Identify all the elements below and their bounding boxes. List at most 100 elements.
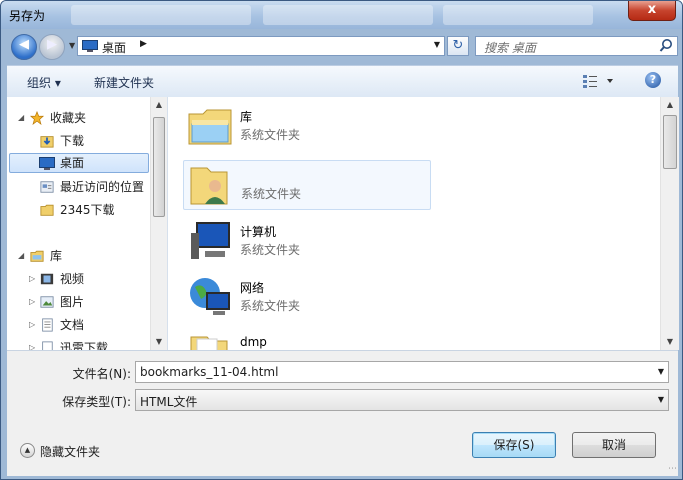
list-item[interactable]: 库 系统文件夹 (183, 102, 431, 152)
filename-input[interactable]: bookmarks_11-04.html ▼ (135, 361, 669, 383)
chevron-down-icon[interactable]: ▼ (658, 395, 664, 404)
recent-pages-dropdown[interactable]: ▼ (69, 41, 75, 50)
background-window-blur (263, 5, 433, 25)
nav-item-favorites[interactable]: ◢ 收藏夹 (7, 108, 152, 128)
computer-icon (191, 222, 230, 259)
library-icon (30, 250, 44, 262)
nav-item-label: 下载 (60, 134, 85, 148)
network-icon (190, 278, 230, 315)
nav-item-videos[interactable]: ▷ 视频 (7, 269, 152, 289)
nav-item-pictures[interactable]: ▷ 图片 (7, 292, 152, 312)
picture-icon (40, 296, 54, 308)
search-placeholder: 搜索 桌面 (484, 41, 536, 55)
file-type: 系统文件夹 (240, 243, 301, 257)
list-item[interactable]: 网络 系统文件夹 (183, 273, 431, 323)
list-item[interactable]: 计算机 系统文件夹 (183, 217, 431, 267)
file-type: 系统文件夹 (240, 128, 301, 142)
collapsed-triangle-icon[interactable]: ▷ (29, 292, 35, 312)
scroll-up-icon[interactable]: ▲ (151, 97, 167, 113)
document-icon (42, 341, 53, 350)
help-button[interactable]: ? (645, 72, 661, 88)
scroll-up-icon[interactable]: ▲ (661, 97, 679, 113)
nav-item-desktop[interactable]: 桌面 (9, 153, 149, 173)
nav-item-downloads[interactable]: 下载 (7, 131, 152, 151)
folder-icon (40, 204, 54, 216)
nav-item-documents[interactable]: ▷ 文档 (7, 315, 152, 335)
forward-button[interactable]: ▶ (39, 34, 65, 60)
collapsed-triangle-icon[interactable]: ▷ (29, 338, 35, 350)
nav-item-label: 图片 (60, 295, 85, 309)
save-as-dialog: 另存为 x ◀ ▶ ▼ 桌面 ▶ ▼ ↻ 搜索 桌面 组织 ▾ 新建文件夹 ? … (0, 0, 683, 480)
chevron-up-icon: ▲ (20, 443, 35, 458)
navigation-pane: ◢ 收藏夹 下载 桌面 最近访问的位置 2345下载 ◢ 库 ▷ 视频 ▷ 图片… (7, 97, 168, 350)
list-item[interactable]: 系统文件夹 (183, 160, 431, 210)
nav-item-label: 收藏夹 (50, 111, 87, 125)
file-name: 网络 (240, 281, 265, 295)
collapsed-triangle-icon[interactable]: ▷ (29, 315, 35, 335)
scroll-thumb[interactable] (153, 117, 165, 217)
address-row: ◀ ▶ ▼ 桌面 ▶ ▼ ↻ 搜索 桌面 (7, 31, 678, 61)
filetype-select[interactable]: HTML文件 ▼ (135, 389, 669, 411)
filetype-label: 保存类型(T): (62, 395, 131, 409)
library-folder-icon (188, 109, 232, 145)
title-bar[interactable]: 另存为 x (1, 1, 682, 29)
refresh-button[interactable]: ↻ (447, 36, 469, 56)
scroll-thumb[interactable] (663, 115, 677, 169)
breadcrumb-arrow-icon[interactable]: ▶ (140, 39, 147, 49)
scroll-down-icon[interactable]: ▼ (151, 334, 167, 350)
nav-item-label: 库 (50, 249, 63, 263)
collapsed-triangle-icon[interactable]: ▷ (29, 269, 35, 289)
desktop-icon (39, 157, 55, 170)
hide-folders-label: 隐藏文件夹 (40, 445, 101, 459)
user-folder-icon (190, 167, 228, 205)
new-folder-button[interactable]: 新建文件夹 (94, 74, 154, 91)
file-type: 系统文件夹 (240, 299, 301, 313)
search-icon[interactable] (659, 38, 673, 54)
resize-grip-icon[interactable]: ⋯ (668, 464, 677, 474)
nav-item-label: 桌面 (60, 156, 85, 170)
save-form: 文件名(N): bookmarks_11-04.html ▼ 保存类型(T): … (7, 350, 678, 476)
organize-button[interactable]: 组织 ▾ (27, 74, 61, 91)
file-name: 库 (240, 110, 253, 124)
change-view-button[interactable] (583, 73, 617, 92)
window-title: 另存为 (9, 9, 46, 23)
address-location: 桌面 (102, 41, 127, 55)
background-window-blur (443, 5, 593, 25)
star-icon (29, 111, 45, 125)
address-bar[interactable]: 桌面 ▶ ▼ (77, 36, 445, 56)
refresh-icon: ↻ (452, 38, 464, 53)
back-button[interactable]: ◀ (11, 34, 37, 60)
nav-item-label: 文档 (60, 318, 85, 332)
view-list-icon (583, 75, 613, 88)
filename-value: bookmarks_11-04.html (140, 365, 279, 379)
desktop-icon (82, 40, 98, 52)
background-window-blur (71, 5, 251, 25)
nav-item-2345-downloads[interactable]: 2345下载 (7, 200, 152, 220)
file-name: 计算机 (240, 225, 277, 239)
close-button[interactable]: x (628, 1, 676, 21)
nav-item-label: 最近访问的位置 (60, 180, 145, 194)
expand-triangle-icon[interactable]: ◢ (18, 108, 24, 128)
file-list-scrollbar[interactable]: ▲ ▼ (660, 97, 679, 350)
nav-scrollbar[interactable]: ▲ ▼ (150, 97, 167, 350)
scroll-down-icon[interactable]: ▼ (661, 334, 679, 350)
save-button[interactable]: 保存(S) (472, 432, 556, 458)
filename-label: 文件名(N): (72, 367, 131, 381)
document-icon (42, 318, 53, 332)
nav-item-label: 迅雷下载 (60, 341, 109, 350)
video-icon (40, 273, 54, 285)
file-name: dmp (240, 335, 267, 349)
address-dropdown-icon[interactable]: ▼ (434, 40, 440, 49)
chevron-down-icon[interactable]: ▼ (658, 367, 664, 376)
back-arrow-icon: ◀ (19, 37, 29, 52)
nav-item-label: 视频 (60, 272, 85, 286)
list-item[interactable]: dmp (183, 329, 431, 350)
cancel-button[interactable]: 取消 (572, 432, 656, 458)
nav-item-libraries[interactable]: ◢ 库 (7, 246, 152, 266)
filetype-value: HTML文件 (140, 395, 198, 409)
nav-item-thunder-downloads[interactable]: ▷ 迅雷下载 (7, 338, 152, 350)
nav-item-recent-places[interactable]: 最近访问的位置 (7, 177, 152, 197)
recent-places-icon (40, 181, 54, 193)
search-input[interactable]: 搜索 桌面 (475, 36, 678, 56)
expand-triangle-icon[interactable]: ◢ (18, 246, 24, 266)
